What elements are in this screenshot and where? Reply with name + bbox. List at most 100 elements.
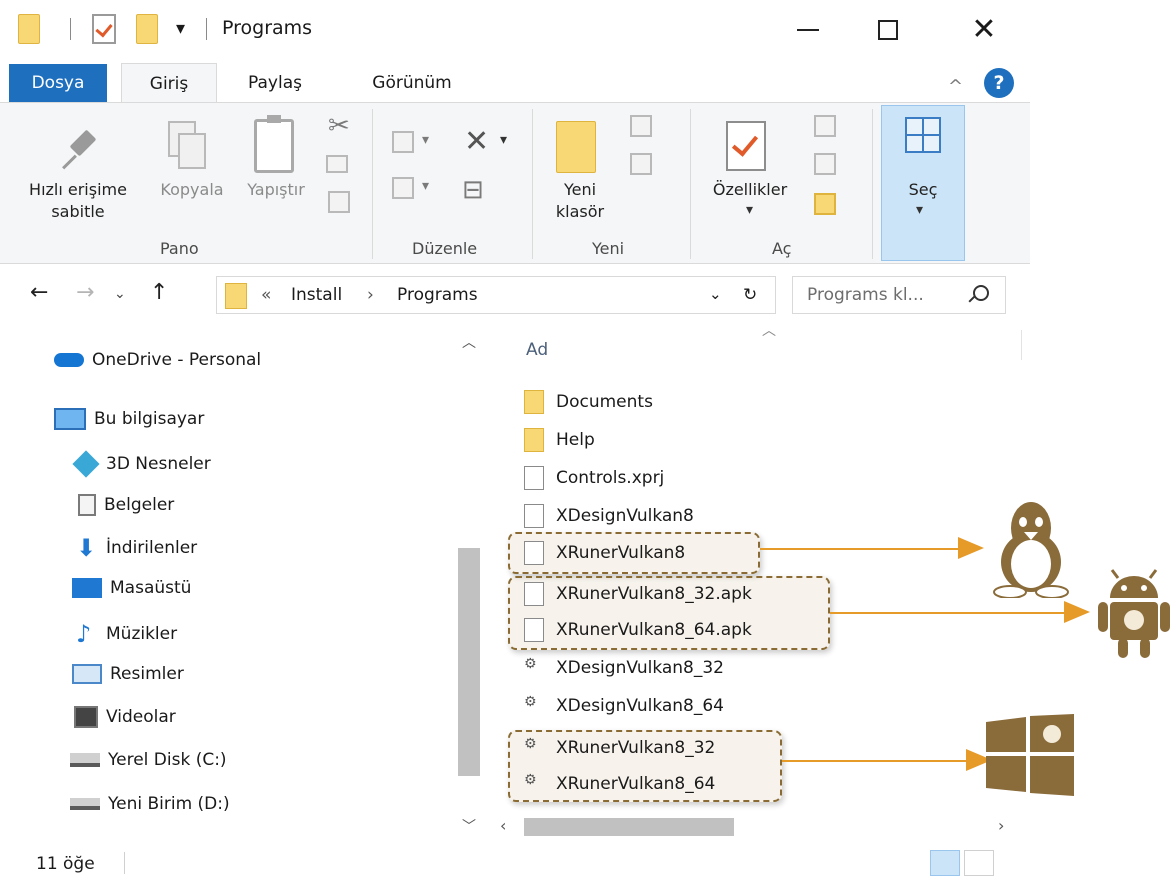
nav-item-3d-objects[interactable]: 3D Nesneler [72, 450, 211, 478]
nav-item-documents[interactable]: Belgeler [78, 494, 174, 516]
downloads-icon: ⬇ [76, 534, 97, 562]
divider [532, 109, 533, 259]
new-folder-quick-icon[interactable] [136, 14, 158, 44]
scrollbar-thumb[interactable] [458, 548, 480, 776]
tab-gorunum[interactable]: Görünüm [352, 64, 472, 102]
breadcrumb-install[interactable]: Install [291, 285, 342, 305]
nav-scrollbar[interactable]: ︿ ﹀ [454, 320, 486, 840]
scroll-up-icon[interactable]: ︿ [462, 332, 476, 352]
copy-path-icon[interactable] [326, 155, 348, 173]
cut-icon[interactable]: ✂ [328, 113, 350, 139]
forward-button[interactable]: → [76, 280, 94, 305]
nav-item-new-volume[interactable]: Yeni Birim (D:) [70, 794, 230, 814]
rename-icon[interactable]: ⊟ [462, 177, 484, 203]
properties-button[interactable]: Özellikler [700, 179, 800, 201]
list-item[interactable]: XRunerVulkan8_64.apk [524, 614, 752, 646]
recent-locations-icon[interactable]: ⌄ [114, 286, 126, 302]
scroll-left-icon[interactable]: ‹ [500, 816, 506, 835]
file-icon [524, 541, 544, 565]
address-dropdown-icon[interactable]: ⌄ [709, 285, 722, 303]
breadcrumb-separator: › [367, 285, 374, 305]
properties-quick-icon[interactable] [92, 14, 116, 44]
paste-button[interactable]: Yapıştır [234, 179, 318, 201]
back-button[interactable]: ← [30, 280, 48, 305]
linux-logo [993, 502, 1069, 598]
tab-giris[interactable]: Giriş [121, 63, 217, 103]
list-item[interactable]: XRunerVulkan8_32 [524, 732, 715, 764]
copy-button[interactable]: Kopyala [150, 179, 234, 201]
divider [372, 109, 373, 259]
new-item-icon[interactable] [630, 115, 652, 137]
list-item[interactable]: Documents [524, 386, 653, 418]
file-name: XRunerVulkan8_32 [556, 738, 716, 758]
arrow-head [958, 537, 984, 559]
refresh-icon[interactable]: ↻ [743, 285, 757, 305]
app-icon [524, 772, 544, 796]
file-name: XRunerVulkan8_64 [556, 774, 716, 794]
quick-access-dropdown-icon[interactable]: ▾ [176, 18, 185, 39]
list-item[interactable]: XDesignVulkan8 [524, 500, 694, 532]
edit-icon[interactable] [814, 153, 836, 175]
help-button[interactable]: ? [984, 68, 1014, 98]
large-icons-view-button[interactable] [964, 850, 994, 876]
tab-paylas[interactable]: Paylaş [233, 64, 317, 102]
local-disk-icon [70, 753, 100, 767]
nav-item-onedrive[interactable]: OneDrive - Personal [54, 350, 261, 370]
nav-item-downloads[interactable]: ⬇ İndirilenler [76, 536, 197, 560]
minimize-icon [797, 29, 819, 31]
paste-shortcut-icon[interactable] [328, 191, 350, 213]
minimize-button[interactable] [780, 8, 836, 52]
close-button[interactable]: ✕ [956, 8, 1012, 52]
list-item[interactable]: XRunerVulkan8 [524, 537, 685, 569]
search-input[interactable]: Programs kl... [792, 276, 1006, 314]
nav-item-videos[interactable]: Videolar [74, 706, 176, 728]
list-item[interactable]: XRunerVulkan8_32.apk [524, 578, 752, 610]
nav-item-this-pc[interactable]: Bu bilgisayar [54, 408, 204, 430]
group-label-duzenle: Düzenle [412, 239, 478, 258]
open-icon[interactable] [814, 115, 836, 137]
pin-quick-access-button[interactable]: Hızlı erişime sabitle [8, 179, 148, 223]
nav-item-pictures[interactable]: Resimler [72, 664, 184, 684]
delete-icon[interactable]: ✕ [464, 127, 489, 157]
up-button[interactable]: ↑ [150, 280, 168, 305]
list-item[interactable]: Controls.xprj [524, 462, 664, 494]
nav-item-label: Videolar [106, 707, 176, 727]
list-item[interactable]: XDesignVulkan8_64 [524, 690, 724, 722]
list-item[interactable]: XDesignVulkan8_32 [524, 652, 724, 684]
select-label: Seç [908, 180, 938, 199]
folder-icon [524, 390, 544, 414]
easy-access-icon[interactable] [630, 153, 652, 175]
list-item[interactable]: XRunerVulkan8_64 [524, 768, 715, 800]
column-header-name[interactable]: Ad [526, 340, 548, 360]
arrow-to-windows [782, 760, 972, 762]
file-name: XRunerVulkan8_32.apk [556, 584, 752, 604]
copy-to-icon[interactable] [392, 177, 414, 199]
nav-item-desktop[interactable]: Masaüstü [72, 578, 191, 598]
file-list-h-scrollbar[interactable]: ‹ › [486, 812, 1030, 842]
ribbon: Hızlı erişime sabitle Kopyala Yapıştır ✂… [0, 102, 1030, 264]
divider [690, 109, 691, 259]
group-label-pano: Pano [160, 239, 199, 258]
details-view-button[interactable] [930, 850, 960, 876]
maximize-button[interactable] [860, 8, 916, 52]
address-bar[interactable]: « Install › Programs ⌄ ↻ [216, 276, 776, 314]
maximize-icon [878, 20, 898, 40]
file-name: XDesignVulkan8_32 [556, 658, 724, 678]
scroll-right-icon[interactable]: › [998, 816, 1004, 835]
nav-item-label: Müzikler [106, 624, 178, 644]
collapse-ribbon-icon[interactable]: ^ [948, 76, 963, 97]
file-icon [524, 466, 544, 490]
new-folder-button[interactable]: Yeni klasör [540, 179, 620, 223]
nav-item-music[interactable]: ♪ Müzikler [76, 622, 177, 646]
computer-icon [54, 408, 86, 430]
list-item[interactable]: Help [524, 424, 595, 456]
nav-item-local-disk[interactable]: Yerel Disk (C:) [70, 750, 227, 770]
history-icon[interactable] [814, 193, 836, 215]
scrollbar-thumb[interactable] [524, 818, 734, 836]
nav-item-label: Bu bilgisayar [94, 409, 205, 429]
breadcrumb-overflow[interactable]: « [261, 285, 271, 305]
move-to-icon[interactable] [392, 131, 414, 153]
tab-dosya[interactable]: Dosya [9, 64, 107, 102]
breadcrumb-programs[interactable]: Programs [397, 285, 478, 305]
scroll-down-icon[interactable]: ﹀ [462, 816, 476, 836]
